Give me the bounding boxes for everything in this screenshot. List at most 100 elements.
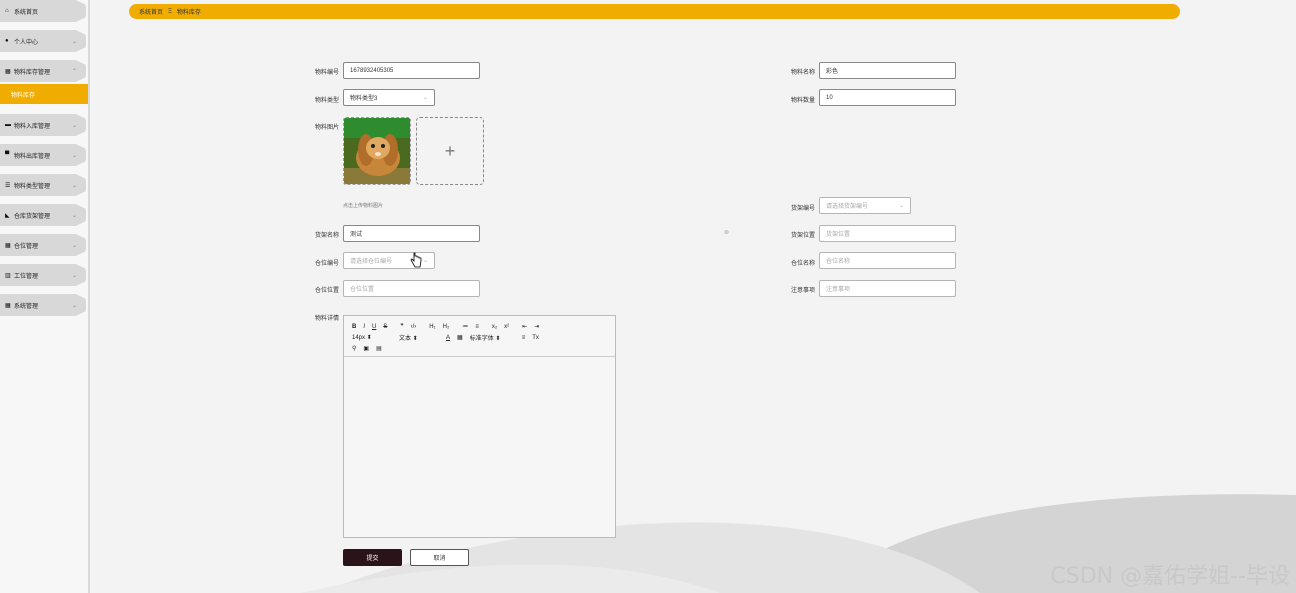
sidebar-item-outbound[interactable]: ▀ 物料出库管理 ⌄ — [0, 144, 86, 166]
chevron-down-icon: ⌄ — [898, 203, 904, 209]
breadcrumb-separator: Ξ — [168, 8, 172, 15]
uploaded-image-thumbnail[interactable] — [343, 117, 411, 185]
shelf-pos-label: 货架位置 — [790, 233, 815, 239]
shelf-no-placeholder: 请选择货架编号 — [826, 204, 869, 210]
font-size-select[interactable]: 14px ⬍ — [352, 334, 392, 341]
material-type-value: 物料类型3 — [350, 96, 378, 102]
cancel-button[interactable]: 取消 — [410, 549, 469, 566]
link-icon[interactable]: ⚲ — [352, 345, 356, 352]
sidebar-item-label: 物料出库管理 — [14, 153, 51, 160]
toolbar-row-2: 14px ⬍ 文本 ⬍ A ▦ 标准字体 ⬍ ≡ Tx — [352, 332, 615, 343]
clear-format-icon[interactable]: Tx — [532, 335, 539, 341]
superscript-button[interactable]: x² — [504, 324, 509, 330]
sidebar-item-label: 工位管理 — [14, 273, 39, 280]
sidebar-item-inventory[interactable]: ▦ 物料库存管理 ⌃ — [0, 60, 86, 82]
bold-button[interactable]: B — [352, 324, 356, 330]
sidebar-item-material-type[interactable]: ☰ 物料类型管理 ⌄ — [0, 174, 86, 196]
toolbar-row-1: B I U S ❞ ‹/› H₁ H₂ ≔ ≡ x₂ x² ⇤ ⇥ — [352, 321, 615, 332]
slot-name-input[interactable]: 仓位名称 — [819, 252, 956, 269]
ordered-list-button[interactable]: ≔ — [462, 323, 468, 330]
rabbit-image — [344, 118, 410, 184]
shelf-no-select[interactable]: 请选择货架编号 ⌄ — [819, 197, 911, 214]
notes-input[interactable]: 注意事项 — [819, 280, 956, 297]
upload-add-button[interactable]: + — [416, 117, 484, 185]
home-icon: ⌂ — [5, 8, 9, 14]
shelf-icon: ◣ — [5, 212, 10, 219]
sidebar-item-label: 个人中心 — [14, 39, 39, 46]
outdent-button[interactable]: ⇤ — [522, 323, 527, 330]
detail-label: 物料详情 — [314, 316, 339, 322]
sidebar-item-slot[interactable]: ▦ 仓位管理 ⌄ — [0, 234, 86, 256]
indent-button[interactable]: ⇥ — [534, 323, 539, 330]
sidebar-item-profile[interactable]: ● 个人中心 ⌄ — [0, 30, 86, 52]
chevron-down-icon: ⌄ — [71, 302, 77, 309]
rich-text-editor: B I U S ❞ ‹/› H₁ H₂ ≔ ≡ x₂ x² ⇤ ⇥ 14px ⬍… — [343, 315, 616, 538]
sidebar-item-system[interactable]: ▦ 系统管理 ⌄ — [0, 294, 86, 316]
underline-button[interactable]: U — [372, 324, 376, 330]
breadcrumb-current: 物料库存 — [176, 10, 201, 16]
sidebar-item-label: 物料类型管理 — [14, 183, 51, 190]
chevron-down-icon: ⌄ — [422, 258, 428, 264]
material-no-input[interactable]: 1678932405305 — [343, 62, 480, 79]
editor-content-area[interactable] — [344, 357, 615, 537]
bullet-list-button[interactable]: ≡ — [475, 324, 479, 330]
material-type-select[interactable]: 物料类型3 ⌄ — [343, 89, 435, 106]
plus-icon: + — [444, 140, 456, 161]
video-icon[interactable]: ▤ — [376, 345, 382, 352]
breadcrumb-home[interactable]: 系统首页 — [139, 7, 163, 16]
material-name-input[interactable]: 彩色 — [819, 62, 956, 79]
material-no-label: 物料编号 — [314, 70, 339, 76]
block-format-select[interactable]: 文本 ⬍ — [399, 333, 439, 342]
slot-pos-label: 仓位位置 — [314, 288, 339, 294]
material-name-label: 物料名称 — [790, 70, 815, 76]
sidebar-item-inbound[interactable]: ▬ 物料入库管理 ⌄ — [0, 114, 86, 136]
chevron-down-icon: ⌄ — [71, 272, 77, 279]
list-icon: ☰ — [5, 182, 11, 189]
highlight-icon[interactable]: ▦ — [457, 334, 463, 341]
h2-button[interactable]: H₂ — [443, 324, 450, 330]
slot-no-placeholder: 请选择仓位编号 — [350, 259, 393, 265]
editor-toolbar: B I U S ❞ ‹/› H₁ H₂ ≔ ≡ x₂ x² ⇤ ⇥ 14px ⬍… — [344, 316, 615, 357]
material-qty-input[interactable]: 10 — [819, 89, 956, 106]
hand-cursor-icon — [410, 252, 422, 268]
code-button[interactable]: ‹/› — [411, 324, 417, 330]
image-icon[interactable]: ▣ — [363, 345, 369, 352]
toolbar-row-3: ⚲ ▣ ▤ — [352, 343, 615, 354]
font-size-value: 14px — [352, 335, 366, 341]
font-color-icon[interactable]: A — [446, 335, 450, 341]
sidebar-item-label: 物料入库管理 — [14, 123, 51, 130]
sidebar-item-station[interactable]: ▥ 工位管理 ⌄ — [0, 264, 86, 286]
chevron-down-icon: ⌄ — [422, 95, 428, 101]
sidebar-item-label: 系统首页 — [14, 9, 39, 16]
chevron-down-icon: ⌄ — [71, 38, 77, 45]
font-family-select[interactable]: 标准字体 ⬍ — [470, 333, 515, 342]
subscript-button[interactable]: x₂ — [492, 324, 497, 330]
italic-button[interactable]: I — [363, 324, 365, 330]
sidebar-item-shelf[interactable]: ◣ 仓库货架管理 ⌄ — [0, 204, 86, 226]
chevron-down-icon: ⌄ — [71, 242, 77, 249]
shelf-name-input[interactable]: 测试 — [343, 225, 480, 242]
shelf-pos-input[interactable]: 货架位置 — [819, 225, 956, 242]
notes-label: 注意事项 — [790, 288, 815, 294]
sidebar-item-home[interactable]: ⌂ 系统首页 — [0, 0, 86, 22]
sidebar-subitem-inventory[interactable]: 物料库存 — [0, 84, 88, 104]
chevron-down-icon: ⌄ — [71, 122, 77, 129]
material-type-label: 物料类型 — [314, 98, 339, 104]
breadcrumb: 系统首页 Ξ 物料库存 — [129, 4, 1180, 19]
sidebar-item-label: 物料库存管理 — [14, 69, 51, 76]
submit-button[interactable]: 提交 — [343, 549, 402, 566]
align-icon[interactable]: ≡ — [522, 335, 526, 341]
grid-icon: ▦ — [5, 242, 11, 249]
grid-icon: ▦ — [5, 302, 11, 309]
material-qty-label: 物料数量 — [790, 98, 815, 104]
sidebar-item-label: 仓位管理 — [14, 243, 39, 250]
quote-button[interactable]: ❞ — [400, 323, 403, 330]
chevron-down-icon: ⌄ — [71, 212, 77, 219]
strike-button[interactable]: S — [383, 324, 387, 330]
grid-icon: ▦ — [5, 68, 11, 75]
h1-button[interactable]: H₁ — [429, 324, 435, 330]
shelf-name-label: 货架名称 — [314, 233, 339, 239]
clear-circle-icon[interactable]: ⊗ — [724, 229, 729, 236]
slot-pos-input[interactable]: 仓位位置 — [343, 280, 480, 297]
sidebar-item-label: 仓库货架管理 — [14, 213, 51, 220]
